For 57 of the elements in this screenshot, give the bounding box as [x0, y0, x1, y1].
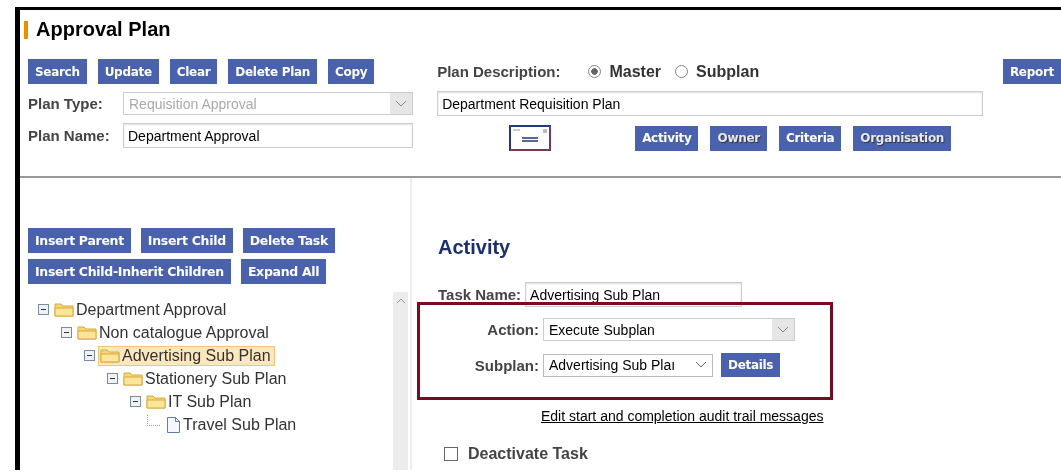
field-label: Plan Type:	[28, 95, 104, 112]
details-button[interactable]: Details	[721, 353, 781, 377]
action-select[interactable]: Execute Subplan	[543, 318, 795, 341]
tree-item-label: Advertising Sub Plan	[122, 346, 271, 365]
field-label: Action:	[486, 321, 539, 338]
field-label: Task Name:	[438, 286, 522, 303]
section-heading: Activity	[438, 236, 512, 259]
tree-button[interactable]: Expand All	[240, 259, 327, 284]
tree-button[interactable]: Insert Child-Inherit Children	[28, 259, 231, 284]
document-icon	[166, 415, 181, 434]
folder-icon	[54, 302, 74, 317]
plan-description-field[interactable]: Department Requisition Plan	[437, 91, 984, 116]
audit-link[interactable]: Edit start and completion audit trail messages	[541, 408, 824, 424]
collapse-icon[interactable]	[61, 327, 72, 338]
folder-icon	[77, 325, 97, 340]
radio-option[interactable]: Subplan	[675, 62, 760, 81]
radio-option[interactable]: Master	[588, 62, 662, 81]
envelope-icon[interactable]	[509, 125, 552, 151]
tree-item-label: Department Approval	[76, 300, 227, 319]
toolbar-button[interactable]: Copy	[328, 59, 375, 84]
toolbar-button[interactable]: Search	[28, 59, 87, 84]
plan-name-field[interactable]: Department Approval	[123, 123, 413, 148]
report-button[interactable]: Report	[1002, 59, 1061, 84]
collapse-icon[interactable]	[84, 350, 95, 361]
tree-item[interactable]: Department Approval	[52, 299, 231, 320]
field-label: Plan Description:	[437, 63, 561, 80]
chevron-icon	[772, 319, 794, 340]
collapse-icon[interactable]	[130, 396, 141, 407]
tree-button[interactable]: Delete Task	[242, 228, 336, 253]
subplan-select[interactable]: Advertising Sub Plaı	[543, 353, 713, 377]
tree-item-label: Stationery Sub Plan	[145, 369, 287, 388]
deactivate-checkbox[interactable]: Deactivate Task	[444, 445, 1061, 463]
field-label: Plan Name:	[28, 127, 111, 144]
tree-button[interactable]: Insert Parent	[28, 228, 131, 253]
collapse-icon[interactable]	[38, 304, 49, 315]
toolbar-button[interactable]: Clear	[169, 59, 218, 84]
folder-icon	[123, 371, 143, 386]
section-button[interactable]: Criteria	[778, 125, 842, 151]
field-label: Subplan:	[473, 356, 539, 374]
tree-item[interactable]: Non catalogue Approval	[75, 322, 273, 343]
collapse-icon[interactable]	[107, 373, 118, 384]
page-title: Approval Plan	[36, 18, 171, 41]
scrollbar[interactable]	[393, 292, 408, 470]
chevron-icon	[390, 93, 412, 114]
tree-item[interactable]: IT Sub Plan	[144, 391, 256, 412]
tree-item[interactable]: Travel Sub Plan	[164, 414, 301, 435]
tree-item[interactable]: Advertising Sub Plan	[98, 345, 275, 366]
toolbar-button[interactable]: Delete Plan	[228, 59, 317, 84]
tree-item[interactable]: Stationery Sub Plan	[121, 368, 291, 389]
folder-icon	[100, 348, 120, 363]
tree-item-label: Travel Sub Plan	[183, 415, 297, 434]
tree-item-label: Non catalogue Approval	[99, 323, 269, 342]
tree-button[interactable]: Insert Child	[140, 228, 233, 253]
tree-item-label: IT Sub Plan	[168, 392, 252, 411]
folder-icon	[146, 394, 166, 409]
toolbar-button[interactable]: Update	[97, 59, 159, 84]
section-button[interactable]: Activity	[635, 125, 699, 151]
